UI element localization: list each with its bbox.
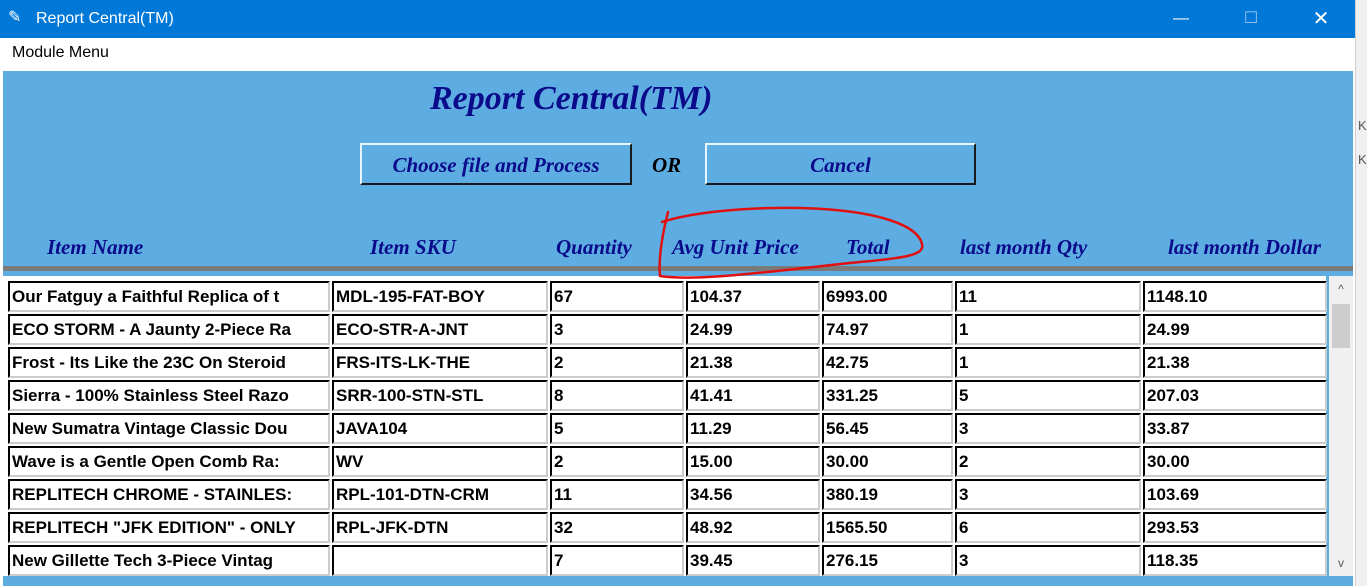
- cell-avg-unit-price[interactable]: 104.37: [686, 281, 820, 312]
- cell-quantity[interactable]: 3: [550, 314, 684, 345]
- minimize-icon[interactable]: —: [1158, 0, 1204, 38]
- cell-item-name[interactable]: Our Fatguy a Faithful Replica of t: [8, 281, 330, 312]
- cell-item-sku[interactable]: FRS-ITS-LK-THE: [332, 347, 548, 378]
- cell-quantity[interactable]: 32: [550, 512, 684, 543]
- scroll-down-icon[interactable]: v: [1329, 554, 1353, 572]
- cell-last-month-qty[interactable]: 6: [955, 512, 1141, 543]
- column-header-last-month-dollar: last month Dollar: [1168, 235, 1321, 259]
- cell-last-month-qty[interactable]: 3: [955, 545, 1141, 576]
- choose-file-button[interactable]: Choose file and Process: [360, 143, 632, 185]
- cell-last-month-qty[interactable]: 1: [955, 314, 1141, 345]
- cell-quantity[interactable]: 11: [550, 479, 684, 510]
- cell-last-month-qty[interactable]: 11: [955, 281, 1141, 312]
- cell-total[interactable]: 74.97: [822, 314, 953, 345]
- cell-last-month-qty[interactable]: 2: [955, 446, 1141, 477]
- cell-last-month-qty[interactable]: 1: [955, 347, 1141, 378]
- cell-last-month-qty[interactable]: 5: [955, 380, 1141, 411]
- cell-item-sku[interactable]: WV: [332, 446, 548, 477]
- title-bar: ✎ Report Central(TM) — ☐ ✕: [0, 0, 1355, 38]
- menu-bar: Module Menu: [0, 38, 1355, 66]
- vertical-scrollbar[interactable]: ^ v: [1329, 276, 1353, 576]
- cell-item-name[interactable]: ECO STORM - A Jaunty 2-Piece Ra: [8, 314, 330, 345]
- cell-item-sku[interactable]: ECO-STR-A-JNT: [332, 314, 548, 345]
- column-header-quantity: Quantity: [556, 235, 632, 259]
- cell-item-name[interactable]: Wave is a Gentle Open Comb Ra:: [8, 446, 330, 477]
- cell-quantity[interactable]: 67: [550, 281, 684, 312]
- cell-total[interactable]: 6993.00: [822, 281, 953, 312]
- close-icon[interactable]: ✕: [1298, 0, 1344, 38]
- cell-last-month-dollar[interactable]: 103.69: [1143, 479, 1327, 510]
- cell-total[interactable]: 30.00: [822, 446, 953, 477]
- cell-avg-unit-price[interactable]: 15.00: [686, 446, 820, 477]
- cell-item-sku[interactable]: RPL-101-DTN-CRM: [332, 479, 548, 510]
- cell-quantity[interactable]: 8: [550, 380, 684, 411]
- cell-quantity[interactable]: 2: [550, 446, 684, 477]
- cell-item-sku[interactable]: [332, 545, 548, 576]
- cell-last-month-dollar[interactable]: 30.00: [1143, 446, 1327, 477]
- cell-total[interactable]: 56.45: [822, 413, 953, 444]
- cell-total[interactable]: 276.15: [822, 545, 953, 576]
- cell-item-sku[interactable]: RPL-JFK-DTN: [332, 512, 548, 543]
- scrollbar-thumb[interactable]: [1332, 304, 1350, 348]
- cell-item-sku[interactable]: JAVA104: [332, 413, 548, 444]
- cell-item-name[interactable]: Frost - Its Like the 23C On Steroid: [8, 347, 330, 378]
- cell-item-name[interactable]: New Gillette Tech 3-Piece Vintag: [8, 545, 330, 576]
- cell-avg-unit-price[interactable]: 48.92: [686, 512, 820, 543]
- or-label: OR: [652, 153, 682, 177]
- cell-item-name[interactable]: REPLITECH "JFK EDITION" - ONLY: [8, 512, 330, 543]
- cell-item-sku[interactable]: MDL-195-FAT-BOY: [332, 281, 548, 312]
- scroll-up-icon[interactable]: ^: [1329, 280, 1353, 298]
- cell-item-sku[interactable]: SRR-100-STN-STL: [332, 380, 548, 411]
- column-header-avg-unit-price: Avg Unit Price: [672, 235, 799, 259]
- cell-item-name[interactable]: REPLITECH CHROME - STAINLES:: [8, 479, 330, 510]
- module-menu[interactable]: Module Menu: [12, 44, 109, 62]
- cell-last-month-dollar[interactable]: 118.35: [1143, 545, 1327, 576]
- cell-last-month-dollar[interactable]: 293.53: [1143, 512, 1327, 543]
- cell-avg-unit-price[interactable]: 11.29: [686, 413, 820, 444]
- header-divider: [3, 266, 1353, 271]
- cell-quantity[interactable]: 2: [550, 347, 684, 378]
- window-title: Report Central(TM): [36, 10, 174, 27]
- cell-last-month-dollar[interactable]: 1148.10: [1143, 281, 1327, 312]
- column-header-item-name: Item Name: [47, 235, 144, 259]
- app-heading: Report Central(TM): [430, 80, 713, 117]
- panel-bottom-edge: [3, 576, 1353, 586]
- cell-quantity[interactable]: 7: [550, 545, 684, 576]
- background-text-fragment: KE: [1358, 152, 1367, 167]
- cell-item-name[interactable]: Sierra - 100% Stainless Steel Razo: [8, 380, 330, 411]
- cell-avg-unit-price[interactable]: 41.41: [686, 380, 820, 411]
- maximize-icon[interactable]: ☐: [1228, 0, 1274, 38]
- cell-last-month-dollar[interactable]: 24.99: [1143, 314, 1327, 345]
- background-text-fragment: KE: [1358, 118, 1367, 133]
- cell-item-name[interactable]: New Sumatra Vintage Classic Dou: [8, 413, 330, 444]
- cell-avg-unit-price[interactable]: 34.56: [686, 479, 820, 510]
- cell-total[interactable]: 380.19: [822, 479, 953, 510]
- feather-icon: ✎: [8, 9, 22, 26]
- cell-last-month-qty[interactable]: 3: [955, 413, 1141, 444]
- cell-avg-unit-price[interactable]: 21.38: [686, 347, 820, 378]
- cell-total[interactable]: 331.25: [822, 380, 953, 411]
- cancel-button[interactable]: Cancel: [705, 143, 976, 185]
- cell-last-month-dollar[interactable]: 21.38: [1143, 347, 1327, 378]
- column-header-item-sku: Item SKU: [370, 235, 456, 259]
- cell-total[interactable]: 42.75: [822, 347, 953, 378]
- cell-avg-unit-price[interactable]: 24.99: [686, 314, 820, 345]
- column-header-total: Total: [846, 235, 890, 259]
- cell-quantity[interactable]: 5: [550, 413, 684, 444]
- cell-avg-unit-price[interactable]: 39.45: [686, 545, 820, 576]
- cell-last-month-dollar[interactable]: 207.03: [1143, 380, 1327, 411]
- cell-last-month-qty[interactable]: 3: [955, 479, 1141, 510]
- column-header-last-month-qty: last month Qty: [960, 235, 1088, 259]
- background-window-strip: KE KE: [1355, 0, 1367, 586]
- cell-last-month-dollar[interactable]: 33.87: [1143, 413, 1327, 444]
- cell-total[interactable]: 1565.50: [822, 512, 953, 543]
